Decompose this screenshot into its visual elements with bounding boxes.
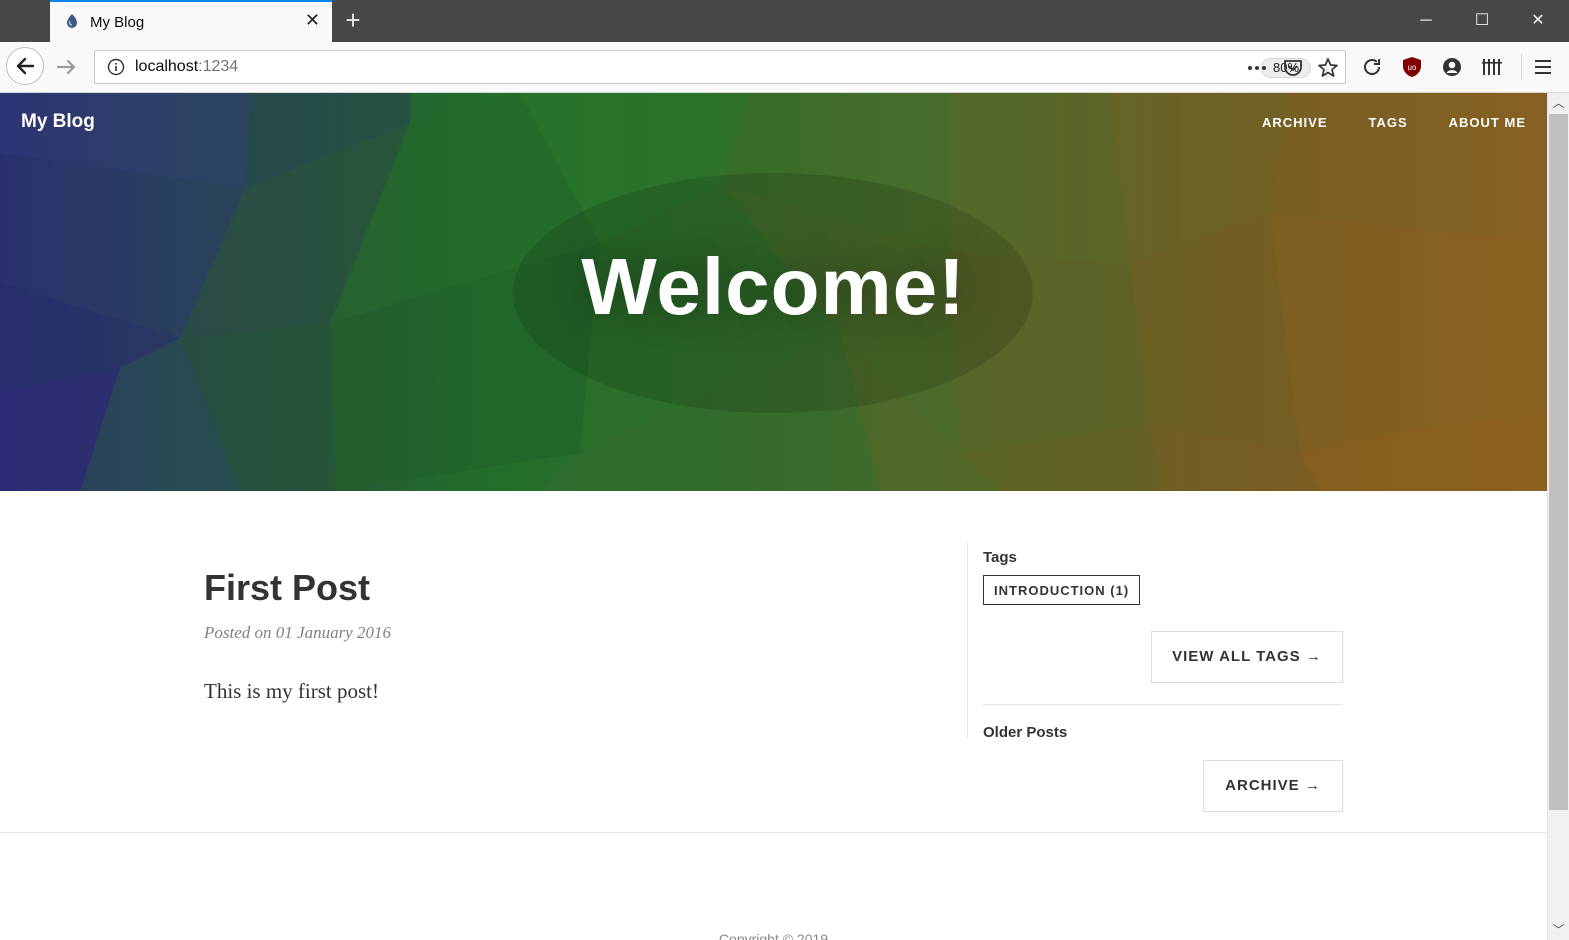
toolbar-separator [1521, 54, 1522, 80]
account-icon[interactable] [1440, 55, 1464, 79]
address-bar[interactable]: localhost:1234 80% [94, 50, 1346, 84]
tab-strip: My Blog ✕ + ─ ☐ ✕ [0, 0, 1569, 42]
url-text[interactable]: localhost:1234 [135, 58, 238, 76]
new-tab-button[interactable]: + [340, 6, 366, 34]
hero-header: My Blog ARCHIVE TAGS ABOUT ME Welcome! [0, 93, 1547, 491]
nav-about-me-link[interactable]: ABOUT ME [1449, 115, 1526, 130]
menu-icon[interactable] [1531, 55, 1555, 79]
tags-heading: Tags [983, 549, 1017, 566]
scroll-up-arrow-icon[interactable]: ︿ [1548, 93, 1569, 113]
older-posts-heading: Older Posts [983, 724, 1068, 741]
footer-divider [0, 832, 1547, 833]
close-tab-icon[interactable]: ✕ [305, 10, 320, 31]
tab-my-blog[interactable]: My Blog ✕ [50, 0, 332, 42]
post-meta: Posted on 01 January 2016 [204, 623, 391, 642]
view-all-tags-button[interactable]: VIEW ALL TAGS → [1151, 631, 1343, 683]
nav-archive-link[interactable]: ARCHIVE [1262, 115, 1328, 130]
navigation-toolbar: localhost:1234 80% uo [0, 42, 1569, 93]
scrollbar-thumb[interactable] [1549, 114, 1568, 810]
scroll-down-arrow-icon[interactable]: ﹀ [1548, 920, 1569, 940]
tag-introduction[interactable]: INTRODUCTION (1) [983, 575, 1141, 605]
minimize-window-button[interactable]: ─ [1398, 0, 1454, 42]
maximize-window-button[interactable]: ☐ [1454, 0, 1510, 42]
back-button[interactable] [6, 47, 44, 85]
info-icon[interactable] [107, 58, 125, 76]
page-scrollbar[interactable]: ︿ ﹀ [1547, 93, 1569, 940]
site-brand-link[interactable]: My Blog [21, 111, 95, 133]
footer-copyright: Copyright © 2019 [718, 931, 829, 940]
forward-button[interactable] [52, 52, 82, 82]
sidebar-separator [983, 704, 1343, 705]
close-window-button[interactable]: ✕ [1510, 0, 1566, 42]
library-icon[interactable] [1480, 55, 1504, 79]
archive-button[interactable]: ARCHIVE → [1203, 760, 1343, 812]
tab-title: My Blog [90, 14, 145, 31]
nav-tags-link[interactable]: TAGS [1369, 115, 1408, 130]
page-viewport: My Blog ARCHIVE TAGS ABOUT ME Welcome! F… [0, 93, 1547, 940]
bookmark-star-icon[interactable] [1316, 56, 1340, 80]
ublock-icon[interactable]: uo [1400, 55, 1424, 79]
site-favicon-icon [67, 14, 77, 28]
post-excerpt: This is my first post! [204, 679, 380, 703]
sidebar-divider [967, 543, 968, 738]
pocket-icon[interactable] [1281, 56, 1305, 80]
more-icon[interactable] [1245, 56, 1269, 80]
reload-icon[interactable] [1360, 55, 1384, 79]
hero-title: Welcome! [581, 242, 966, 331]
forward-icon [56, 59, 76, 75]
post-title-link[interactable]: First Post [204, 567, 370, 609]
svg-text:uo: uo [1408, 63, 1417, 72]
site-nav: ARCHIVE TAGS ABOUT ME [1262, 115, 1526, 130]
back-icon [16, 57, 35, 75]
